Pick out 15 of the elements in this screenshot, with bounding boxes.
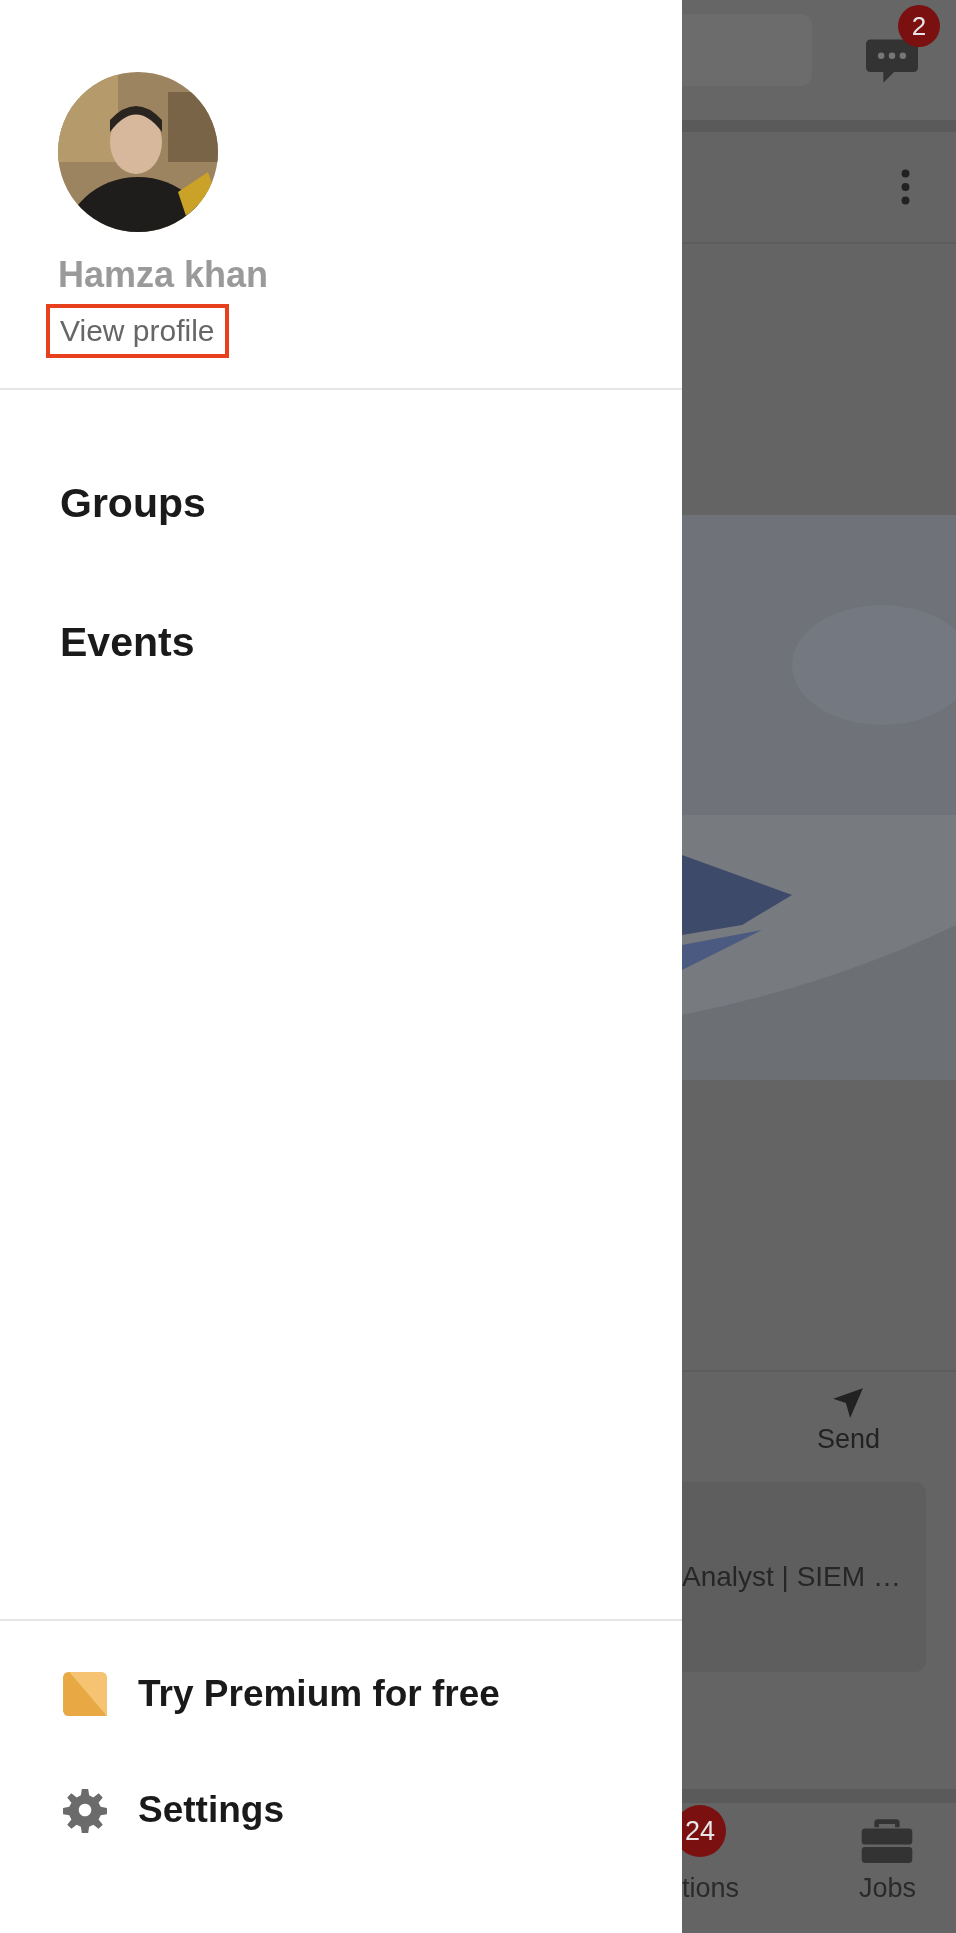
menu-item[interactable]: Events <box>60 619 682 666</box>
premium-link[interactable]: Try Premium for free <box>138 1673 500 1715</box>
send-icon <box>831 1386 866 1420</box>
profile-name: Hamza khan <box>58 254 269 296</box>
nav-tab[interactable]: 24 tions <box>682 1803 740 1933</box>
view-profile-link[interactable]: View profile <box>46 304 229 358</box>
notification-badge: 2 <box>898 5 940 47</box>
briefcase-icon <box>861 1817 914 1863</box>
more-options-icon[interactable] <box>901 169 910 205</box>
premium-icon <box>62 1671 108 1717</box>
settings-link[interactable]: Settings <box>138 1789 284 1831</box>
menu-item[interactable]: Groups <box>60 480 682 527</box>
notification-badge: 24 <box>682 1805 726 1857</box>
job-title: Analyst | SIEM … <box>682 1561 901 1593</box>
settings-icon <box>62 1787 108 1833</box>
